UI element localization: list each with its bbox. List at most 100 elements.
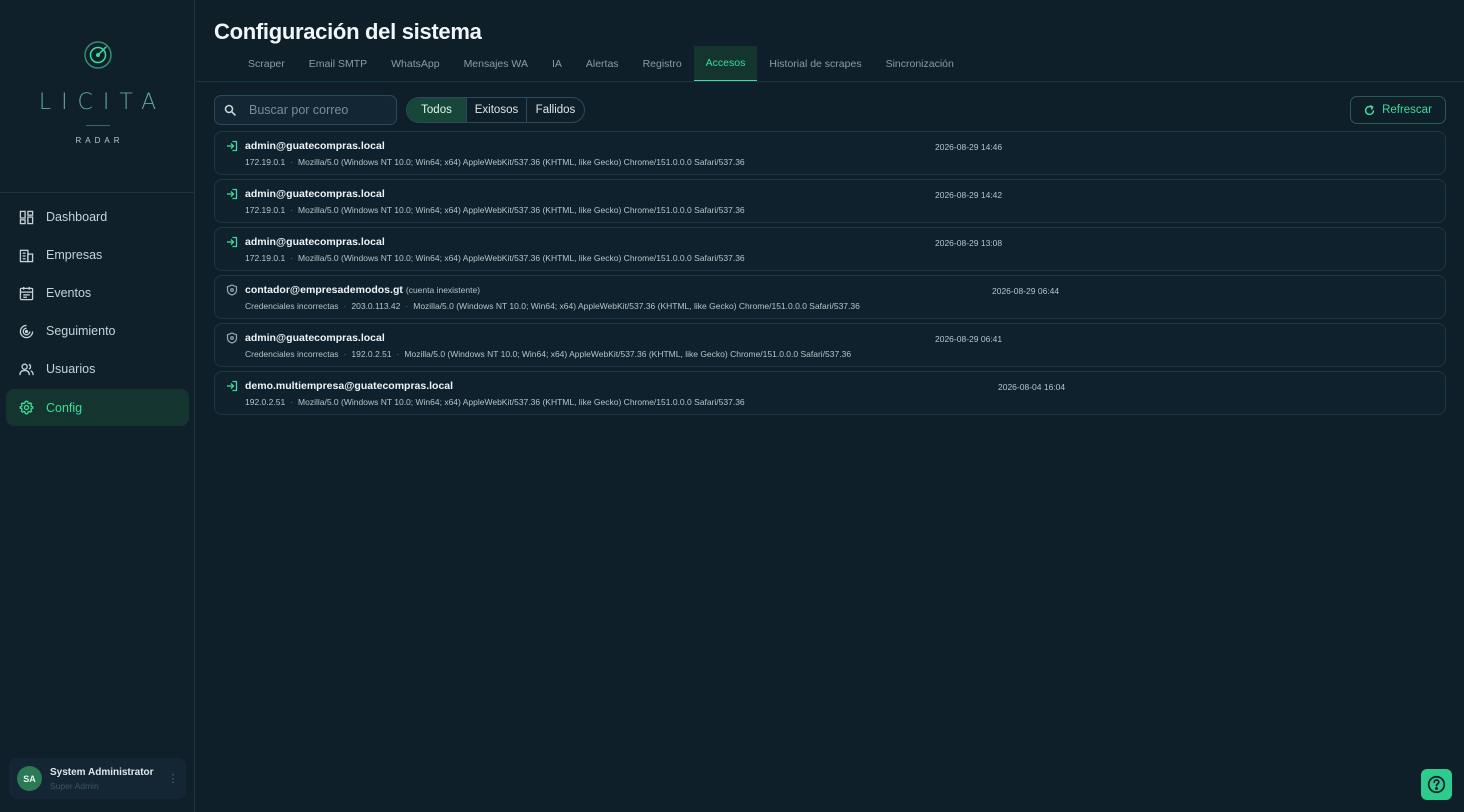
row-timestamp: 2026-08-04 16:04: [998, 382, 1066, 392]
sidebar-item-label: Empresas: [46, 248, 103, 262]
sidebar-item-label: Config: [46, 400, 83, 415]
sidebar-item-config[interactable]: Config: [6, 389, 189, 426]
row-user-agent: Mozilla/5.0 (Windows NT 10.0; Win64; x64…: [298, 253, 745, 263]
row-meta: 172.19.0.1 · Mozilla/5.0 (Windows NT 10.0;…: [245, 253, 745, 263]
row-reason: Credenciales incorrectas: [245, 301, 339, 311]
search-box[interactable]: [214, 95, 397, 125]
access-log-row[interactable]: admin@guatecompras.local 172.19.0.1 · Mozi…: [214, 131, 1446, 175]
brand-name: LICITA: [38, 90, 167, 115]
dashboard-icon: [19, 210, 34, 224]
refresh-label: Refrescar: [1382, 104, 1432, 116]
tab-accesos[interactable]: Accesos: [693, 46, 758, 82]
row-ip: 172.19.0.1: [245, 205, 286, 215]
sidebar-nav: Dashboard Empresas Eventos Seguimiento U…: [6, 199, 189, 428]
brand-subtitle: RADAR: [75, 136, 124, 145]
tab-scraper[interactable]: Scraper: [236, 46, 297, 82]
tabs-divider: [196, 81, 1464, 82]
access-log-row[interactable]: admin@guatecompras.local 172.19.0.1 · Mozi…: [214, 227, 1446, 271]
tab-sincronizacion[interactable]: Sincronización: [874, 46, 966, 82]
access-log-row[interactable]: admin@guatecompras.local Credenciales in…: [214, 323, 1446, 367]
login-icon: [227, 380, 238, 392]
user-info: System Administrator Super Admin: [50, 767, 166, 791]
row-ip: 203.0.113.42: [351, 301, 401, 311]
access-log-row[interactable]: contador@empresademodos.gt (cuenta inexis…: [214, 275, 1446, 319]
sidebar-item-label: Seguimiento: [46, 324, 116, 338]
brand-logo[interactable]: LICITA RADAR: [0, 40, 195, 145]
row-reason: Credenciales incorrectas: [245, 349, 339, 359]
radar-logo-icon: [83, 41, 112, 69]
sidebar-item-eventos[interactable]: Eventos: [6, 275, 189, 311]
sidebar-item-usuarios[interactable]: Usuarios: [6, 351, 189, 387]
access-log-list: admin@guatecompras.local 172.19.0.1 · Mozi…: [214, 131, 1446, 419]
row-user-agent: Mozilla/5.0 (Windows NT 10.0; Win64; x64…: [298, 205, 745, 215]
gear-icon: [19, 400, 34, 415]
tab-mensajes-wa[interactable]: Mensajes WA: [452, 46, 540, 82]
tab-alertas[interactable]: Alertas: [574, 46, 631, 82]
sidebar-item-seguimiento[interactable]: Seguimiento: [6, 313, 189, 349]
sidebar-item-empresas[interactable]: Empresas: [6, 237, 189, 273]
help-icon: [1427, 775, 1446, 794]
row-email: demo.multiempresa@guatecompras.local: [245, 380, 454, 392]
search-icon: [224, 104, 236, 116]
row-user-agent: Mozilla/5.0 (Windows NT 10.0; Win64; x64…: [298, 157, 745, 167]
row-email: admin@guatecompras.local: [245, 236, 385, 248]
login-icon: [227, 236, 238, 248]
user-card[interactable]: SA System Administrator Super Admin ⋮: [9, 758, 186, 799]
user-role: Super Admin: [50, 780, 99, 791]
search-input[interactable]: [249, 103, 389, 117]
filter-fallidos-button[interactable]: Fallidos: [526, 98, 584, 122]
sidebar-item-label: Dashboard: [46, 210, 108, 224]
login-icon: [227, 188, 238, 200]
sidebar-item-dashboard[interactable]: Dashboard: [6, 199, 189, 235]
user-name: System Administrator: [50, 766, 154, 778]
access-log-row[interactable]: demo.multiempresa@guatecompras.local 192…: [214, 371, 1446, 415]
sidebar-item-label: Eventos: [46, 286, 92, 300]
filter-exitosos-button[interactable]: Exitosos: [466, 98, 526, 122]
login-icon: [227, 140, 238, 152]
row-meta: 172.19.0.1 · Mozilla/5.0 (Windows NT 10.0;…: [245, 205, 745, 215]
settings-tabs: Scraper Email SMTP WhatsApp Mensajes WA …: [236, 46, 966, 82]
row-email: admin@guatecompras.local: [245, 332, 385, 344]
user-menu-icon[interactable]: ⋮: [166, 772, 180, 785]
row-meta: 192.0.2.51 · Mozilla/5.0 (Windows NT 10.0;…: [245, 397, 745, 407]
row-meta: 172.19.0.1 · Mozilla/5.0 (Windows NT 10.0;…: [245, 157, 745, 167]
row-timestamp: 2026-08-29 14:46: [935, 142, 1003, 152]
tab-historial-de-scrapes[interactable]: Historial de scrapes: [757, 46, 873, 82]
row-timestamp: 2026-08-29 06:41: [935, 334, 1003, 344]
sidebar-divider: [0, 192, 195, 193]
tab-whatsapp[interactable]: WhatsApp: [379, 46, 451, 82]
refresh-button[interactable]: Refrescar: [1350, 96, 1446, 124]
building-icon: [19, 249, 34, 262]
row-email: admin@guatecompras.local: [245, 140, 385, 152]
page-title: Configuración del sistema: [214, 19, 482, 44]
access-log-row[interactable]: admin@guatecompras.local 172.19.0.1 · Mozi…: [214, 179, 1446, 223]
row-meta: Credenciales incorrectas · 192.0.2.51 · Mozi…: [245, 349, 852, 359]
row-user-agent: Mozilla/5.0 (Windows NT 10.0; Win64; x64…: [413, 301, 860, 311]
row-ip: 172.19.0.1: [245, 157, 286, 167]
brand-divider: [85, 125, 110, 126]
refresh-icon: [1364, 104, 1375, 115]
status-filter-group: Todos Exitosos Fallidos: [406, 97, 585, 123]
sidebar-item-label: Usuarios: [46, 362, 96, 376]
shield-icon: [226, 284, 238, 296]
sidebar: LICITA RADAR Dashboard Empresas Eventos …: [0, 0, 195, 812]
tab-email-smtp[interactable]: Email SMTP: [297, 46, 379, 82]
filter-todos-button[interactable]: Todos: [407, 98, 466, 122]
row-timestamp: 2026-08-29 13:08: [935, 238, 1003, 248]
radar-icon: [19, 324, 34, 338]
help-button[interactable]: [1421, 769, 1452, 800]
row-note: (cuenta inexistente): [405, 285, 481, 295]
tab-ia[interactable]: IA: [540, 46, 574, 82]
row-user-agent: Mozilla/5.0 (Windows NT 10.0; Win64; x64…: [298, 397, 745, 407]
users-icon: [19, 362, 34, 375]
row-ip: 172.19.0.1: [245, 253, 286, 263]
row-timestamp: 2026-08-29 06:44: [992, 286, 1060, 296]
calendar-icon: [19, 286, 34, 300]
shield-icon: [226, 332, 238, 344]
row-meta: Credenciales incorrectas · 203.0.113.42 · Mo…: [245, 301, 860, 311]
tab-registro[interactable]: Registro: [631, 46, 694, 82]
row-ip: 192.0.2.51: [245, 397, 286, 407]
row-user-agent: Mozilla/5.0 (Windows NT 10.0; Win64; x64…: [404, 349, 852, 359]
row-timestamp: 2026-08-29 14:42: [935, 190, 1003, 200]
avatar: SA: [17, 766, 42, 791]
